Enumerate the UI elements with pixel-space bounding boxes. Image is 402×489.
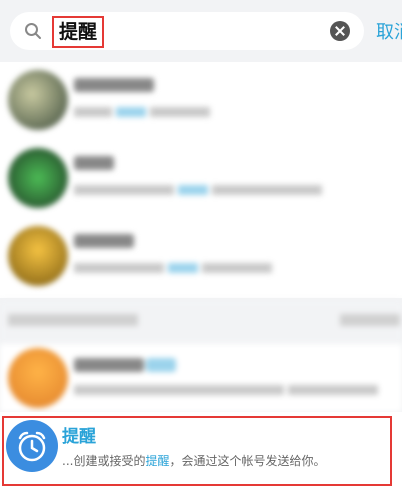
search-bar: 提醒 取消: [0, 0, 402, 62]
mail-result[interactable]: [0, 344, 402, 412]
cancel-button[interactable]: 取消: [376, 18, 402, 44]
contact-result-2[interactable]: [0, 140, 402, 218]
contact-snippet: [74, 184, 322, 198]
reminder-avatar: [6, 420, 58, 472]
search-input[interactable]: 提醒: [52, 16, 105, 48]
contact-results: [0, 62, 402, 298]
subtitle-keyword: 提醒: [145, 454, 170, 468]
mail-title: [74, 358, 144, 372]
highlight-box: [2, 416, 392, 486]
section-title: [8, 314, 138, 326]
search-icon: [25, 23, 41, 39]
contact-result-3[interactable]: [0, 218, 402, 296]
avatar: [8, 226, 68, 286]
mail-title-highlight: [146, 358, 176, 372]
section-header: [0, 300, 402, 344]
contact-result-1[interactable]: [0, 62, 402, 140]
contact-name: [74, 78, 154, 92]
contact-name: [74, 234, 134, 248]
avatar: [8, 70, 68, 130]
contact-snippet: [74, 106, 210, 120]
mail-snippet: [74, 384, 378, 398]
reminder-title: 提醒: [62, 427, 96, 447]
contact-name: [74, 156, 114, 170]
avatar: [8, 148, 68, 208]
reminder-subtitle: ...创建或接受的提醒，会通过这个帐号发送给你。: [62, 452, 325, 469]
alarm-clock-icon: [18, 431, 46, 462]
reminder-result[interactable]: 提醒 ...创建或接受的提醒，会通过这个帐号发送给你。: [0, 412, 402, 489]
contact-snippet: [74, 262, 272, 276]
subtitle-after: ，会通过这个帐号发送给你。: [169, 454, 326, 468]
subtitle-before: ...创建或接受的: [62, 454, 146, 468]
avatar: [8, 348, 68, 408]
section-more[interactable]: [340, 314, 400, 326]
clear-icon[interactable]: [330, 21, 350, 41]
search-box[interactable]: 提醒: [10, 12, 364, 50]
